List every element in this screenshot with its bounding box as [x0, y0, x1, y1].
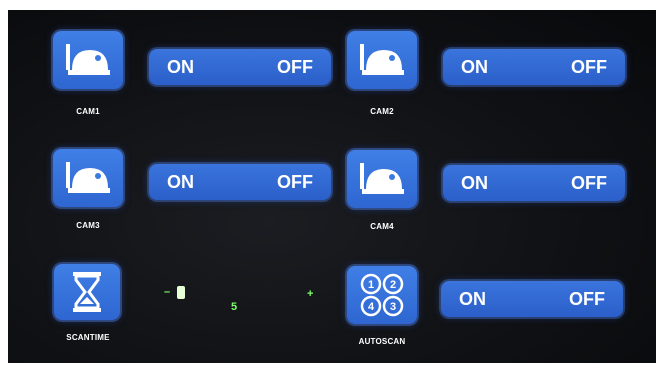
scantime-label: SCANTIME	[66, 333, 110, 342]
cam3-label: CAM3	[76, 221, 100, 230]
autoscan-off-option[interactable]: OFF	[569, 289, 605, 310]
cam2-label: CAM2	[370, 107, 394, 116]
scantime-icon-button[interactable]	[54, 264, 120, 320]
cam1-icon-button[interactable]	[53, 31, 123, 89]
cam2-toggle[interactable]: ON OFF	[443, 49, 625, 85]
cam1-label: CAM1	[76, 107, 100, 116]
cam4-icon-button[interactable]	[347, 150, 417, 208]
autoscan-badge-4: 4	[368, 301, 375, 313]
cam3-off-option[interactable]: OFF	[277, 172, 313, 193]
camera-dome-icon	[360, 163, 404, 194]
autoscan-badge-2: 2	[390, 279, 396, 291]
camera-dome-icon	[66, 162, 110, 193]
scantime-level-indicator	[177, 286, 185, 299]
cam4-off-option[interactable]: OFF	[571, 173, 607, 194]
autoscan-badge-3: 3	[390, 301, 396, 313]
autoscan-badge-1: 1	[368, 279, 374, 291]
cam1-on-option[interactable]: ON	[167, 57, 194, 78]
camera-dome-icon	[360, 44, 404, 75]
camera-dome-icon	[66, 44, 110, 75]
cam3-icon-button[interactable]	[53, 149, 123, 207]
autoscan-icon-button[interactable]: 1 2 3 4	[347, 266, 417, 324]
cam1-off-option[interactable]: OFF	[277, 57, 313, 78]
cam2-icon-button[interactable]	[347, 31, 417, 89]
cam4-toggle[interactable]: ON OFF	[443, 165, 625, 201]
autoscan-on-option[interactable]: ON	[459, 289, 486, 310]
scantime-value: 5	[231, 301, 238, 313]
autoscan-label: AUTOSCAN	[358, 337, 406, 346]
scantime-increase-button[interactable]: +	[307, 288, 313, 300]
cam3-toggle[interactable]: ON OFF	[149, 164, 331, 200]
quad-cycle-icon: 1 2 3 4	[360, 273, 404, 317]
hourglass-icon	[73, 272, 101, 312]
cam1-toggle[interactable]: ON OFF	[149, 49, 331, 85]
cam3-on-option[interactable]: ON	[167, 172, 194, 193]
cam4-on-option[interactable]: ON	[461, 173, 488, 194]
cam2-on-option[interactable]: ON	[461, 57, 488, 78]
monitor-screen: CAM1 ON OFF CAM2 ON OFF CAM3 ON OFF CAM4…	[8, 10, 656, 363]
cam4-label: CAM4	[370, 222, 394, 231]
cam2-off-option[interactable]: OFF	[571, 57, 607, 78]
scantime-decrease-button[interactable]: –	[164, 286, 170, 298]
autoscan-toggle[interactable]: ON OFF	[441, 281, 623, 317]
